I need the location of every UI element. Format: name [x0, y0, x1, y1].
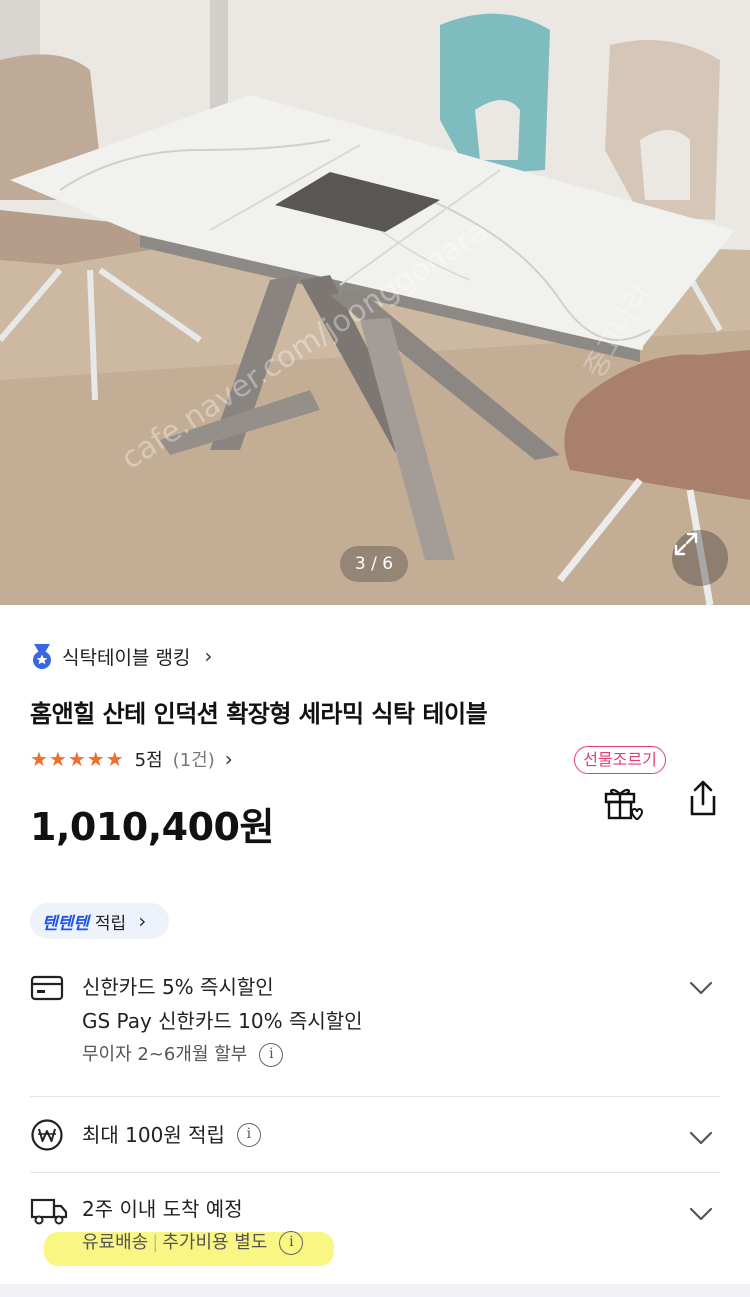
chevron-down-icon[interactable] [688, 1130, 714, 1146]
product-title: 홈앤힐 산테 인덕션 확장형 세라믹 식탁 테이블 [30, 700, 488, 728]
point-label: 적립 [94, 913, 127, 934]
product-image-carousel[interactable]: cafe.naver.com/joonggonara 중고나라 3 / 6 [0, 0, 750, 605]
installment-text: 무이자 2~6개월 할부 [82, 1044, 248, 1065]
medal-icon [33, 644, 51, 669]
delivery-row[interactable]: 2주 이내 도착 예정 유료배송 | 추가비용 별도 i [30, 1192, 720, 1272]
reward-points-row[interactable]: 최대 100원 적립 i [30, 1118, 720, 1158]
card-discount-line-2: GS Pay 신한카드 10% 즉시할인 [82, 1009, 363, 1033]
rating-stars: ★★★★★ [30, 747, 125, 771]
share-button[interactable] [684, 778, 722, 824]
tententen-points-chip[interactable]: 텐텐텐 적립 › [30, 903, 169, 939]
product-price: 1,010,400원 [30, 805, 274, 849]
image-counter: 3 / 6 [340, 546, 408, 582]
chevron-right-icon: › [224, 747, 233, 771]
chevron-down-icon[interactable] [688, 1206, 714, 1222]
gift-request-badge[interactable]: 선물조르기 [574, 746, 666, 774]
gift-icon [604, 788, 644, 821]
card-discount-line-1: 신한카드 5% 즉시할인 [82, 975, 274, 999]
bottom-section-edge [0, 1284, 750, 1297]
chevron-down-icon[interactable] [688, 980, 714, 996]
shipping-fee-type: 유료배송 [82, 1232, 149, 1253]
info-icon[interactable]: i [279, 1231, 304, 1255]
shipping-fee-note: 추가비용 별도 [162, 1232, 268, 1253]
share-icon [690, 780, 716, 816]
delivery-eta: 2주 이내 도착 예정 [82, 1197, 243, 1221]
truck-icon [30, 1198, 68, 1225]
expand-image-button[interactable] [672, 530, 728, 586]
product-photo: cafe.naver.com/joonggonara 중고나라 [0, 0, 750, 605]
gift-button[interactable] [600, 780, 644, 828]
divider [30, 1096, 720, 1097]
separator: | [152, 1232, 159, 1253]
card-benefit-row[interactable]: 신한카드 5% 즉시할인 GS Pay 신한카드 10% 즉시할인 무이자 2~… [30, 970, 720, 1080]
ranking-label: 식탁테이블 랭킹 [62, 646, 191, 669]
expand-icon [674, 532, 698, 556]
chevron-right-icon: › [138, 909, 147, 933]
point-brand-logo: 텐텐텐 [42, 913, 89, 934]
reward-label: 최대 100원 적립 [82, 1123, 225, 1147]
chevron-right-icon: › [204, 644, 213, 668]
won-coin-icon [31, 1119, 63, 1151]
info-icon[interactable]: i [259, 1043, 284, 1067]
rating-summary-link[interactable]: ★★★★★ 5점 (1건) › [30, 746, 233, 772]
review-count: (1건) [172, 750, 215, 771]
category-ranking-link[interactable]: 식탁테이블 랭킹 › [30, 642, 212, 670]
credit-card-icon [30, 975, 64, 1001]
divider [30, 1172, 720, 1173]
rating-score: 5점 [134, 750, 163, 771]
info-icon[interactable]: i [236, 1123, 261, 1147]
